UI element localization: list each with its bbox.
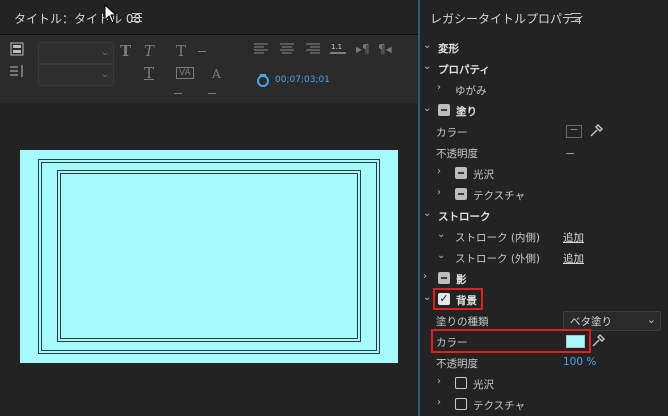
label: 変形 bbox=[438, 43, 459, 55]
chevron-right-icon: › bbox=[437, 187, 441, 198]
font-family-dropdown[interactable]: ⌄ bbox=[38, 42, 114, 64]
row-distort[interactable]: › ゆがみ bbox=[420, 79, 668, 100]
label: 塗り bbox=[456, 106, 477, 118]
fill-type-value: ベタ塗り bbox=[570, 316, 612, 328]
tab-stop-icon[interactable]: 1.1 bbox=[330, 41, 346, 56]
title-toolbar: ⌄ ⌄ T T T T VA A 1.1 ▸¶ ¶◂ 00;07;03;01 bbox=[0, 35, 418, 103]
label: ストローク (内側) bbox=[455, 232, 541, 244]
chevron-right-icon: › bbox=[437, 397, 441, 408]
shadow-checkbox[interactable] bbox=[438, 272, 450, 284]
label: テクスチャ bbox=[473, 190, 526, 202]
row-shadow[interactable]: › 影 bbox=[420, 268, 668, 289]
title-editor-header: タイトル：タイトル 08 bbox=[0, 0, 418, 35]
paragraph-rtl-icon[interactable]: ¶◂ bbox=[378, 42, 392, 56]
panel-title: タイトル：タイトル 08 bbox=[14, 12, 142, 26]
title-safe-frame-inner bbox=[60, 173, 358, 339]
row-fill-type: 塗りの種類 ベタ塗り ⌄ bbox=[420, 310, 668, 331]
row-inner-stroke[interactable]: ⌄ ストローク (内側) 追加 bbox=[420, 226, 668, 247]
chevron-right-icon: › bbox=[437, 166, 441, 177]
label: 不透明度 bbox=[436, 148, 478, 160]
row-transform[interactable]: ⌄ 変形 bbox=[420, 37, 668, 58]
bold-icon[interactable]: T bbox=[120, 42, 131, 60]
chevron-down-icon: ⌄ bbox=[646, 313, 656, 326]
bg-color-highlight-box bbox=[431, 329, 591, 353]
mouse-cursor-icon bbox=[104, 4, 118, 24]
label: カラー bbox=[436, 127, 468, 139]
bg-texture-checkbox[interactable] bbox=[455, 398, 467, 410]
chevron-right-icon: › bbox=[437, 376, 441, 387]
svg-text:1.1: 1.1 bbox=[331, 43, 342, 51]
legacy-title-properties-panel: レガシータイトルプロパティ ⌄ 変形 ⌄ プロパティ › ゆがみ ⌄ 塗り カラ… bbox=[420, 0, 668, 416]
panel-title: レガシータイトルプロパティ bbox=[430, 12, 586, 26]
label: ストローク bbox=[438, 211, 491, 223]
panel-menu-icon[interactable] bbox=[132, 13, 142, 22]
kerning-icon[interactable]: VA bbox=[176, 67, 194, 79]
align-left-icon[interactable] bbox=[254, 43, 268, 55]
texture-checkbox[interactable] bbox=[455, 188, 467, 200]
eyedropper-icon[interactable] bbox=[590, 333, 606, 349]
chevron-right-icon: › bbox=[423, 271, 427, 282]
row-strokes[interactable]: ⌄ ストローク bbox=[420, 205, 668, 226]
label: 不透明度 bbox=[436, 358, 478, 370]
chevron-down-icon: ⌄ bbox=[423, 292, 432, 303]
chevron-down-icon: ⌄ bbox=[437, 250, 446, 261]
row-properties[interactable]: ⌄ プロパティ bbox=[420, 58, 668, 79]
show-video-icon[interactable] bbox=[256, 73, 270, 87]
chevron-down-icon: ⌄ bbox=[423, 40, 432, 51]
label: 光沢 bbox=[473, 379, 494, 391]
title-canvas[interactable] bbox=[20, 150, 398, 363]
row-bg-texture[interactable]: › テクスチャ bbox=[420, 394, 668, 415]
label: テクスチャ bbox=[473, 400, 526, 412]
label: 塗りの種類 bbox=[436, 316, 489, 328]
align-right-icon[interactable] bbox=[306, 43, 320, 55]
chevron-down-icon: ⌄ bbox=[437, 229, 446, 240]
fill-color-swatch[interactable]: － bbox=[566, 125, 582, 138]
kerning-value[interactable] bbox=[174, 93, 182, 94]
font-style-dropdown[interactable]: ⌄ bbox=[38, 64, 114, 86]
add-inner-stroke-link[interactable]: 追加 bbox=[563, 230, 584, 245]
tracking-value[interactable] bbox=[208, 93, 216, 94]
italic-icon[interactable]: T bbox=[144, 42, 154, 60]
align-center-icon[interactable] bbox=[280, 43, 294, 55]
row-texture[interactable]: › テクスチャ bbox=[420, 184, 668, 205]
row-bg-sheen[interactable]: › 光沢 bbox=[420, 373, 668, 394]
row-fill-color: カラー － bbox=[420, 121, 668, 142]
tab-stops-icon[interactable] bbox=[9, 64, 25, 78]
label: 影 bbox=[456, 274, 467, 286]
chevron-down-icon: ⌄ bbox=[423, 103, 432, 114]
row-outer-stroke[interactable]: ⌄ ストローク (外側) 追加 bbox=[420, 247, 668, 268]
title-editor-panel: タイトル：タイトル 08 ⌄ ⌄ T T T T VA A 1.1 ▸¶ ¶◂ … bbox=[0, 0, 418, 416]
background-highlight-box bbox=[433, 288, 483, 310]
font-size-icon[interactable]: T bbox=[176, 42, 186, 60]
label: ゆがみ bbox=[455, 85, 487, 97]
chevron-right-icon: › bbox=[437, 82, 441, 93]
bg-opacity-value[interactable]: 100 % bbox=[563, 356, 596, 368]
roll-crawl-icon[interactable] bbox=[10, 42, 24, 56]
sheen-checkbox[interactable] bbox=[455, 167, 467, 179]
row-fill[interactable]: ⌄ 塗り bbox=[420, 100, 668, 121]
label: プロパティ bbox=[438, 64, 490, 76]
chevron-down-icon: ⌄ bbox=[423, 61, 432, 72]
row-bg-opacity: 不透明度 100 % bbox=[420, 352, 668, 373]
panel-menu-icon[interactable] bbox=[571, 13, 581, 22]
row-fill-opacity: 不透明度 － bbox=[420, 142, 668, 163]
fill-opacity-value[interactable]: － bbox=[565, 146, 576, 161]
tracking-icon[interactable]: A bbox=[212, 67, 221, 81]
fill-checkbox[interactable] bbox=[438, 104, 450, 116]
underline-icon[interactable]: T bbox=[144, 64, 154, 82]
font-size-value[interactable] bbox=[198, 51, 206, 52]
bg-sheen-checkbox[interactable] bbox=[455, 377, 467, 389]
label: ストローク (外側) bbox=[455, 253, 541, 265]
row-sheen[interactable]: › 光沢 bbox=[420, 163, 668, 184]
paragraph-ltr-icon[interactable]: ▸¶ bbox=[356, 42, 370, 56]
chevron-down-icon: ⌄ bbox=[423, 208, 432, 219]
chevron-down-icon: ⌄ bbox=[100, 69, 109, 80]
eyedropper-icon[interactable] bbox=[588, 123, 604, 139]
fill-type-select[interactable]: ベタ塗り ⌄ bbox=[563, 311, 661, 331]
add-outer-stroke-link[interactable]: 追加 bbox=[563, 251, 584, 266]
label: 光沢 bbox=[473, 169, 494, 181]
timecode-display[interactable]: 00;07;03;01 bbox=[275, 75, 330, 85]
chevron-down-icon: ⌄ bbox=[100, 47, 109, 58]
